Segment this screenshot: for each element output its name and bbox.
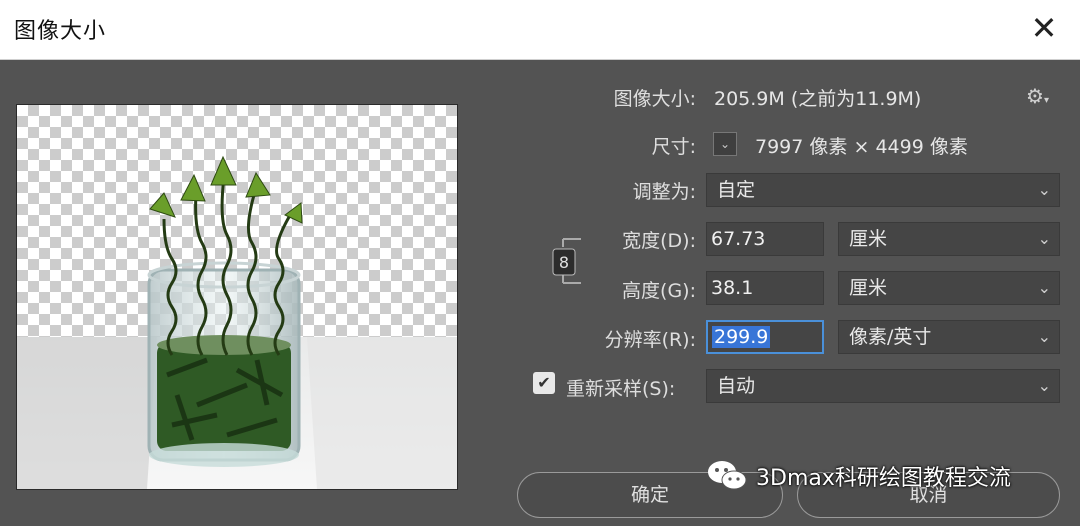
check-icon: ✔ [537,373,551,392]
close-icon[interactable]: ✕ [1026,10,1062,46]
width-input[interactable]: 67.73 [706,222,824,256]
resolution-input[interactable]: 299.9 [706,320,824,354]
fit-to-label: 调整为: [632,181,696,203]
dimensions-unit-2: 像素 [929,136,968,158]
dimensions-width: 7997 [755,136,804,158]
height-label: 高度(G): [622,280,696,302]
chevron-down-icon: ⌄ [1037,278,1051,297]
svg-text:8: 8 [559,253,569,272]
dimensions-times: × [853,136,870,158]
image-preview[interactable] [16,104,458,490]
chevron-down-icon: ⌄ [1037,376,1051,395]
resample-select[interactable]: 自动 ⌄ [706,369,1060,403]
image-size-value: 205.9M (之前为11.9M) [714,88,922,110]
chevron-down-icon: ⌄ [719,137,731,151]
height-input[interactable]: 38.1 [706,271,824,305]
wechat-icon [708,461,747,490]
chevron-down-icon: ⌄ [1037,180,1051,199]
fit-to-value: 自定 [717,179,756,201]
preview-beaker-image [17,155,457,489]
resolution-label: 分辨率(R): [604,329,696,351]
dimensions-label: 尺寸: [651,136,696,158]
height-unit-select[interactable]: 厘米 ⌄ [838,271,1060,305]
width-unit-value: 厘米 [849,228,888,250]
dimensions-unit-1: 像素 [809,136,848,158]
resample-checkbox[interactable]: ✔ [533,372,555,394]
resample-value: 自动 [717,375,756,397]
dimensions-value: 7997 像素 × 4499 像素 [755,132,968,159]
width-label: 宽度(D): [622,230,696,252]
resolution-value: 299.9 [712,326,771,348]
chevron-down-icon: ⌄ [1037,327,1051,346]
dimensions-unit-dropdown[interactable]: ⌄ [713,132,737,156]
width-unit-select[interactable]: 厘米 ⌄ [838,222,1060,256]
watermark-text: 3Dmax科研绘图教程交流 [756,466,1011,491]
fit-to-select[interactable]: 自定 ⌄ [706,173,1060,207]
window-title: 图像大小 [14,19,107,44]
gear-icon[interactable]: ⚙▾ [1026,84,1049,108]
resolution-unit-value: 像素/英寸 [849,326,932,348]
chain-link-icon[interactable]: 8 [551,233,581,289]
title-bar: 图像大小 ✕ [0,0,1080,60]
resolution-unit-select[interactable]: 像素/英寸 ⌄ [838,320,1060,354]
watermark: 3Dmax科研绘图教程交流 [706,458,1011,494]
resample-label: 重新采样(S): [566,378,676,400]
height-unit-value: 厘米 [849,277,888,299]
image-size-label: 图像大小: [613,88,696,110]
dimensions-height: 4499 [875,136,924,158]
chevron-down-icon: ⌄ [1037,229,1051,248]
